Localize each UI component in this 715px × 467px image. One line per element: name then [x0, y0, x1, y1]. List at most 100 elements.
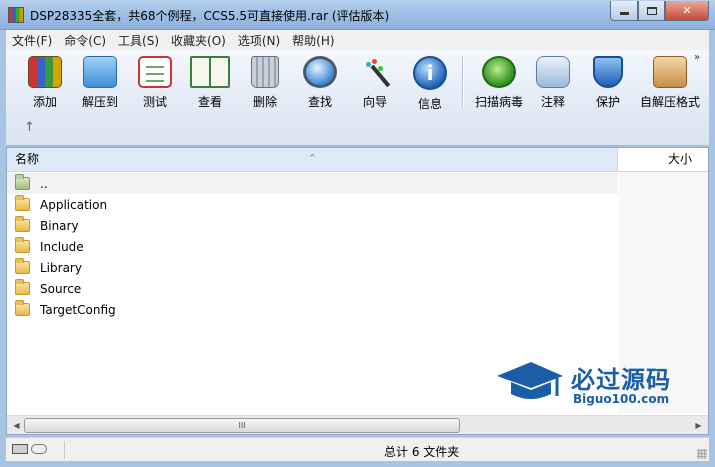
horizontal-scrollbar[interactable]: ◀ III ▶	[7, 415, 708, 434]
key-icon[interactable]	[31, 444, 47, 454]
status-text: 总计 6 文件夹	[384, 445, 460, 459]
status-icons	[12, 444, 47, 454]
add-label: 添加	[32, 95, 57, 109]
scroll-right-icon[interactable]: ▶	[691, 418, 706, 433]
menu-favorites[interactable]: 收藏夹(O)	[165, 32, 232, 49]
view-button[interactable]: 查看	[183, 54, 237, 110]
status-bar: 总计 6 文件夹	[6, 437, 709, 461]
trash-can-icon	[251, 56, 279, 88]
shield-icon	[593, 56, 623, 88]
file-name: Library	[40, 260, 82, 275]
folder-icon	[15, 300, 30, 316]
parent-folder-icon	[15, 174, 30, 190]
column-size-header[interactable]: 大小	[619, 148, 708, 171]
graduation-cap-icon	[497, 362, 563, 399]
extract-to-button[interactable]: 解压到	[73, 54, 127, 110]
wizard-wand-icon	[358, 56, 392, 88]
file-name: Application	[40, 197, 108, 212]
info-icon: i	[413, 56, 447, 90]
extract-folder-icon	[83, 56, 117, 88]
test-checklist-icon	[138, 56, 172, 88]
scan-virus-label: 扫描病毒	[474, 95, 523, 109]
menu-command[interactable]: 命令(C)	[58, 32, 112, 49]
folder-icon	[15, 237, 30, 253]
folder-icon	[15, 216, 30, 232]
menu-tools[interactable]: 工具(S)	[112, 32, 165, 49]
folder-icon	[15, 195, 30, 211]
column-name-label: 名称	[15, 152, 40, 166]
watermark-subtitle: Biguo100.com	[573, 392, 670, 406]
list-item[interactable]: TargetConfig	[7, 299, 618, 320]
menu-bar: 文件(F) 命令(C) 工具(S) 收藏夹(O) 选项(N) 帮助(H)	[6, 30, 709, 50]
status-divider	[64, 441, 65, 459]
menu-file[interactable]: 文件(F)	[6, 32, 58, 49]
virus-scan-icon	[482, 56, 516, 88]
add-button[interactable]: 添加	[18, 54, 72, 110]
protect-button[interactable]: 保护	[581, 54, 635, 110]
column-size-label: 大小	[667, 152, 692, 166]
sfx-label: 自解压格式	[639, 95, 700, 109]
scroll-grip-icon: III	[238, 421, 246, 430]
drive-icon[interactable]	[12, 444, 28, 454]
view-book-icon	[190, 56, 230, 88]
list-item[interactable]: Application	[7, 194, 618, 215]
file-name: Include	[40, 239, 84, 254]
maximize-icon	[646, 6, 657, 15]
info-label: 信息	[417, 97, 442, 111]
file-name: Source	[40, 281, 82, 296]
title-bar[interactable]: DSP28335全套，共68个例程，CCS5.5可直接使用.rar (评估版本)…	[0, 0, 715, 30]
window-title: DSP28335全套，共68个例程，CCS5.5可直接使用.rar (评估版本)	[30, 9, 390, 23]
minimize-icon	[619, 12, 629, 15]
watermark-title: 必过源码	[571, 366, 671, 394]
file-name: ..	[40, 176, 48, 191]
toolbar: 添加 解压到 测试 查看 删除 查找 向导 i 信息 扫描病毒 注释 保护 自解…	[6, 50, 709, 146]
list-item[interactable]: Include	[7, 236, 618, 257]
toolbar-overflow-icon[interactable]: »	[694, 52, 700, 63]
scan-virus-button[interactable]: 扫描病毒	[468, 54, 530, 110]
extract-to-label: 解压到	[81, 95, 118, 109]
up-folder-button[interactable]: ↑	[24, 120, 35, 135]
find-label: 查找	[307, 95, 332, 109]
list-item-parent[interactable]: ..	[7, 173, 618, 194]
sfx-box-icon	[653, 56, 687, 88]
file-name: TargetConfig	[40, 302, 116, 317]
delete-label: 删除	[252, 95, 277, 109]
view-label: 查看	[197, 95, 222, 109]
menu-help[interactable]: 帮助(H)	[286, 32, 340, 49]
folder-icon	[15, 279, 30, 295]
comment-label: 注释	[540, 95, 565, 109]
maximize-button[interactable]	[638, 1, 665, 21]
file-rows: .. Application Binary Include Library So…	[7, 173, 618, 320]
list-item[interactable]: Source	[7, 278, 618, 299]
watermark-logo: 必过源码 Biguo100.com	[495, 356, 700, 416]
close-icon: ✕	[682, 4, 692, 17]
protect-label: 保护	[595, 95, 620, 109]
close-button[interactable]: ✕	[665, 1, 709, 21]
list-item[interactable]: Binary	[7, 215, 618, 236]
file-name: Binary	[40, 218, 79, 233]
scroll-left-icon[interactable]: ◀	[9, 418, 24, 433]
add-archive-icon	[28, 56, 62, 88]
resize-grip-icon[interactable]	[697, 449, 707, 459]
comment-button[interactable]: 注释	[526, 54, 580, 110]
sort-ascending-icon: ^	[309, 153, 316, 162]
find-button[interactable]: 查找	[293, 54, 347, 110]
magnifier-icon	[303, 56, 337, 88]
toolbar-separator	[462, 56, 464, 108]
column-header: 名称 ^ 大小	[7, 148, 708, 172]
list-item[interactable]: Library	[7, 257, 618, 278]
menu-options[interactable]: 选项(N)	[232, 32, 286, 49]
wizard-label: 向导	[362, 95, 387, 109]
column-name-header[interactable]: 名称 ^	[7, 148, 618, 171]
folder-icon	[15, 258, 30, 274]
info-button[interactable]: i 信息	[403, 54, 457, 111]
wizard-button[interactable]: 向导	[348, 54, 402, 110]
file-list: 名称 ^ 大小 .. Application Binary Include Li…	[6, 147, 709, 435]
delete-button[interactable]: 删除	[238, 54, 292, 110]
comment-icon	[536, 56, 570, 88]
winrar-archive-icon	[8, 7, 24, 23]
test-label: 测试	[142, 95, 167, 109]
scroll-thumb[interactable]: III	[24, 418, 460, 433]
minimize-button[interactable]	[610, 1, 638, 21]
test-button[interactable]: 测试	[128, 54, 182, 110]
